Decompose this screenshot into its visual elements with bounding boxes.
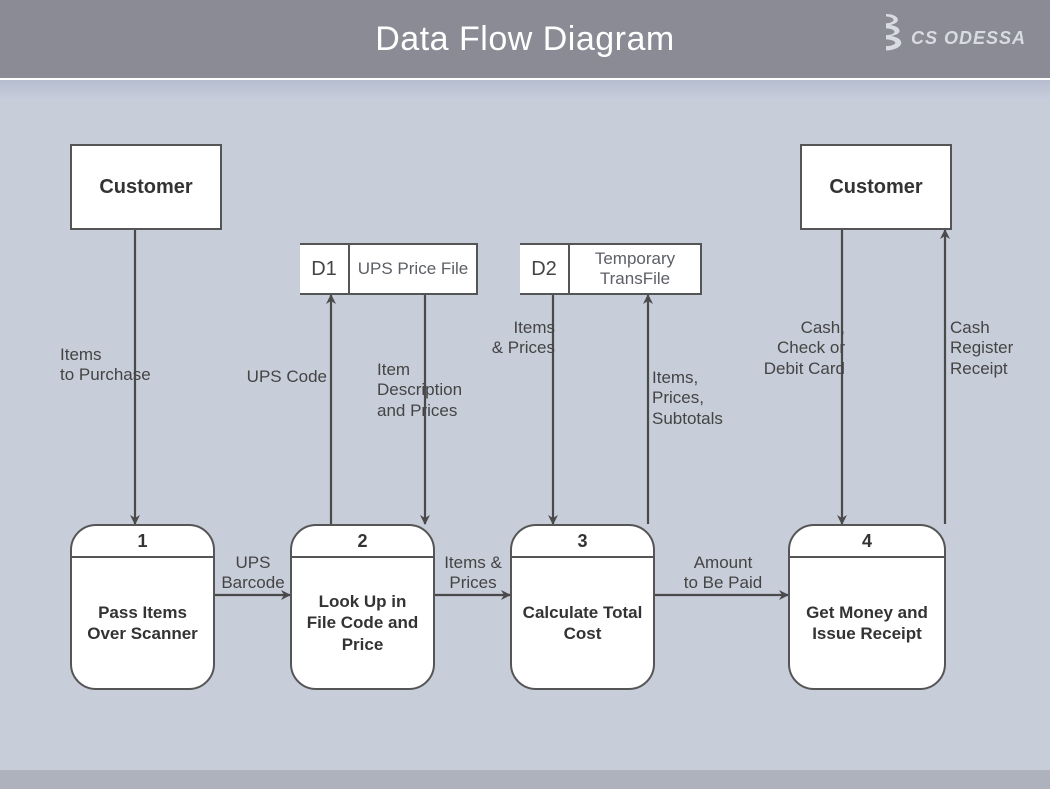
flow-items-prices-subtotals: Items,Prices,Subtotals	[652, 368, 752, 429]
flow-items-and-prices-mid: Items &Prices	[434, 553, 512, 594]
flow-cash-register-receipt: CashRegisterReceipt	[950, 318, 1040, 379]
brand-text: CS ODESSA	[911, 28, 1026, 49]
datastore-d1: D1 UPS Price File	[300, 243, 478, 295]
process-1-num: 1	[72, 526, 213, 558]
process-1: 1 Pass Items Over Scanner	[70, 524, 215, 690]
process-1-name: Pass Items Over Scanner	[72, 558, 213, 688]
process-4-name: Get Money and Issue Receipt	[790, 558, 944, 688]
header: Data Flow Diagram CS ODESSA	[0, 0, 1050, 80]
flow-item-desc-prices: ItemDescriptionand Prices	[377, 360, 497, 421]
process-2-num: 2	[292, 526, 433, 558]
entity-customer-left: Customer	[70, 144, 222, 230]
process-3-num: 3	[512, 526, 653, 558]
footer-stripe	[0, 770, 1050, 789]
brand-logo-icon	[869, 14, 903, 63]
process-2-name: Look Up in File Code and Price	[292, 558, 433, 688]
process-3: 3 Calculate Total Cost	[510, 524, 655, 690]
datastore-d1-name: UPS Price File	[350, 245, 476, 293]
flow-items-and-prices-top: Items& Prices	[477, 318, 555, 359]
process-2: 2 Look Up in File Code and Price	[290, 524, 435, 690]
flow-ups-barcode: UPSBarcode	[214, 553, 292, 594]
process-4-num: 4	[790, 526, 944, 558]
flow-amount-to-be-paid: Amountto Be Paid	[668, 553, 778, 594]
brand: CS ODESSA	[869, 14, 1026, 63]
datastore-d2: D2 Temporary TransFile	[520, 243, 702, 295]
datastore-d2-name: Temporary TransFile	[570, 245, 700, 293]
process-4: 4 Get Money and Issue Receipt	[788, 524, 946, 690]
entity-customer-right: Customer	[800, 144, 952, 230]
diagram-canvas: Customer Customer D1 UPS Price File D2 T…	[0, 100, 1050, 770]
flow-ups-code: UPS Code	[237, 367, 327, 387]
flow-items-to-purchase: Itemsto Purchase	[60, 345, 180, 386]
header-stripe	[0, 80, 1050, 100]
process-3-name: Calculate Total Cost	[512, 558, 653, 688]
datastore-d2-id: D2	[520, 245, 570, 293]
flow-cash-check-debit: Cash,Check orDebit Card	[750, 318, 845, 379]
datastore-d1-id: D1	[300, 245, 350, 293]
